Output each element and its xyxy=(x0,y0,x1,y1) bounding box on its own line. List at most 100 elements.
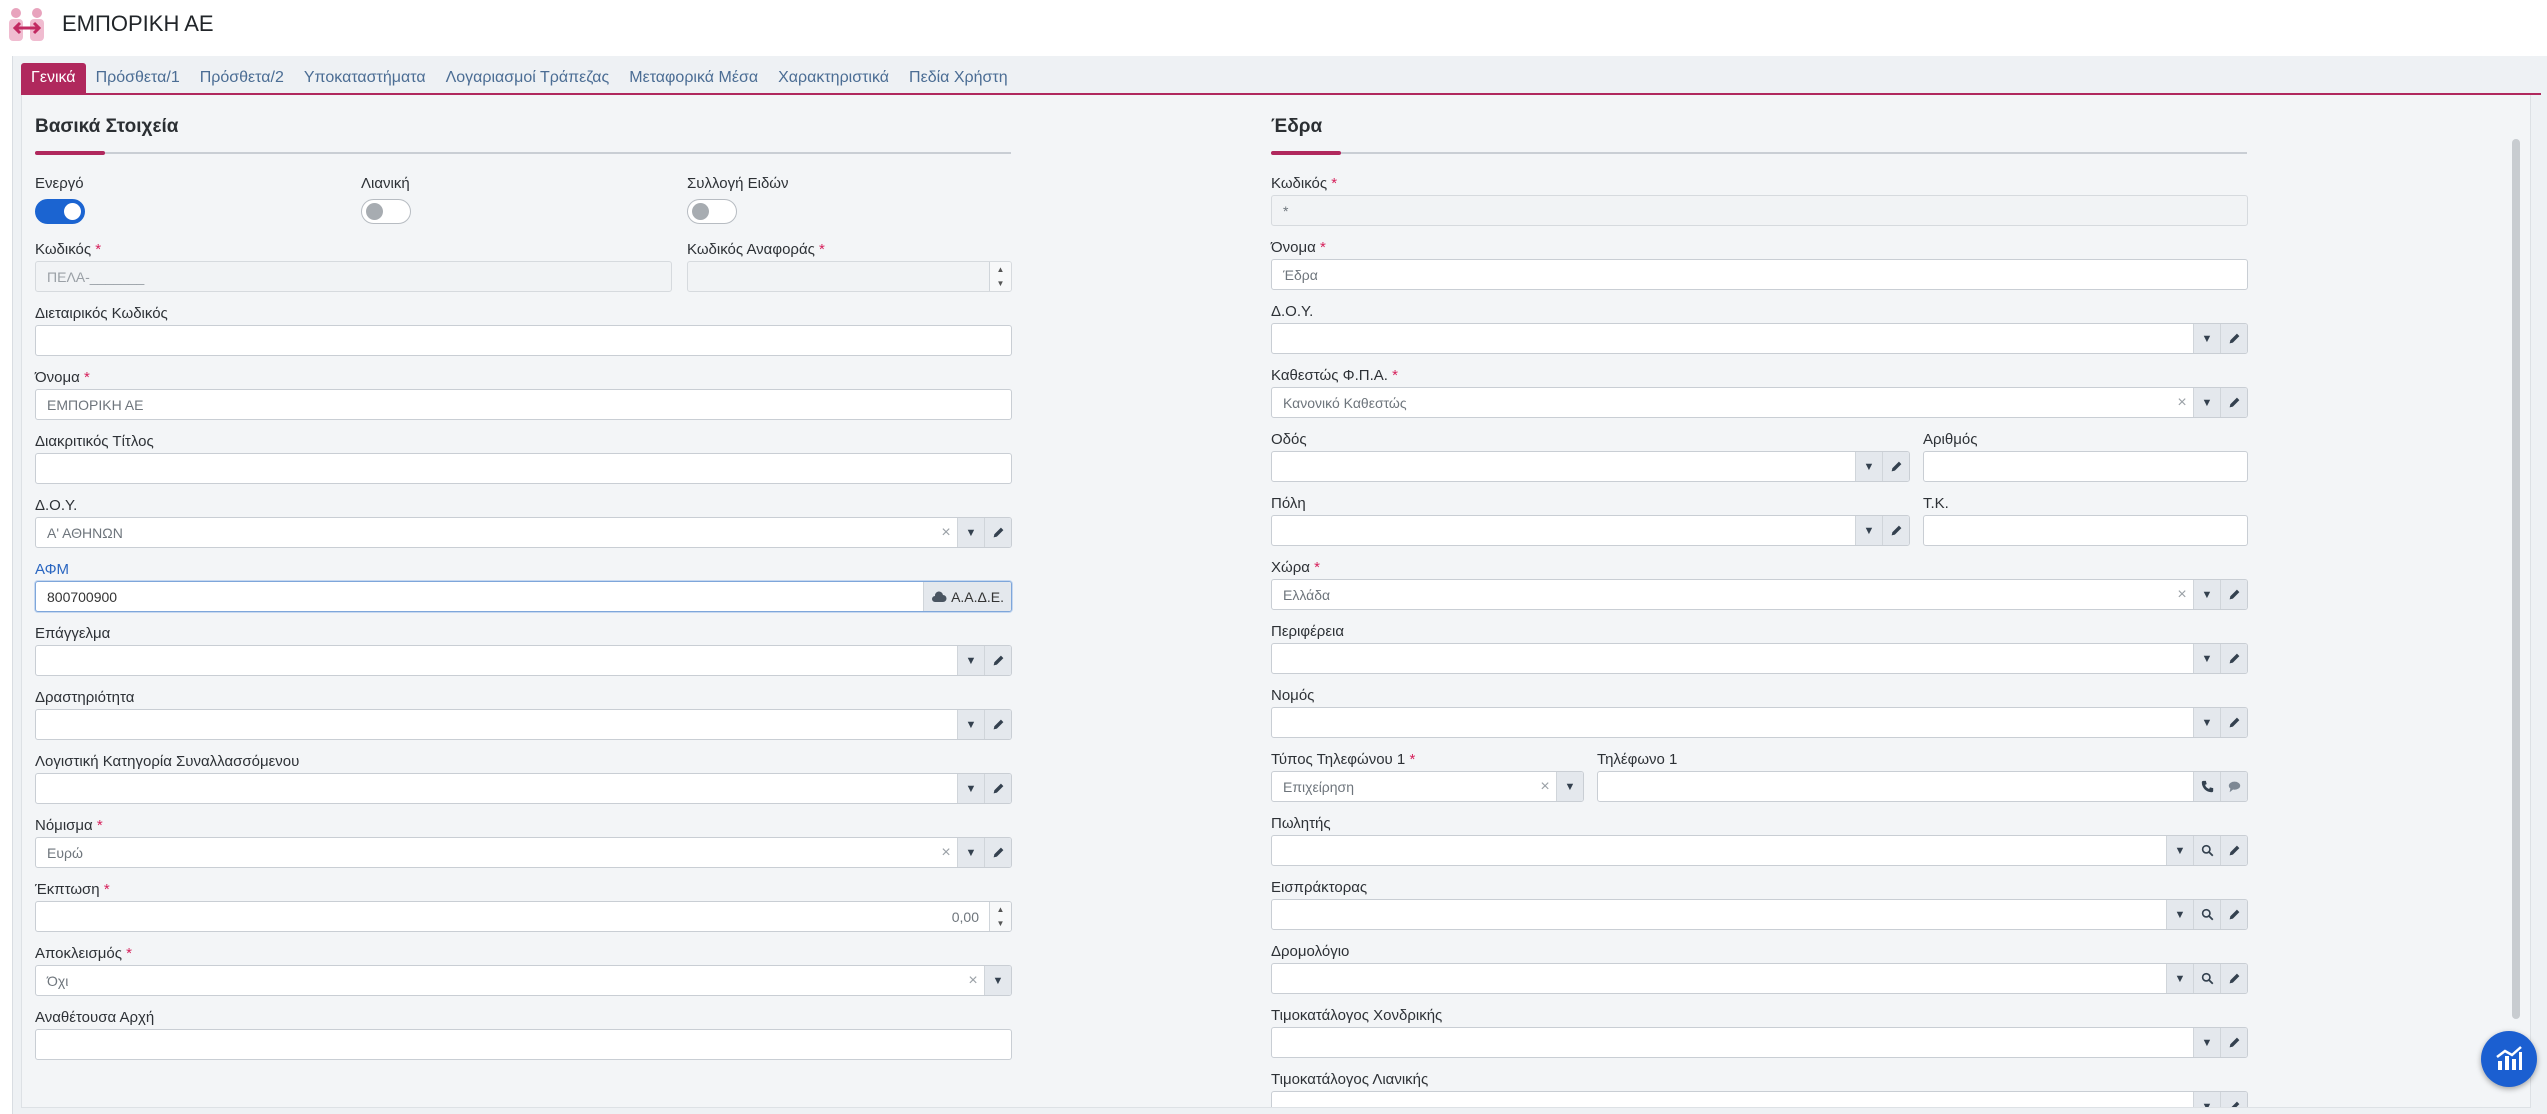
edit-button[interactable] xyxy=(984,838,1011,867)
edit-button[interactable] xyxy=(2220,388,2247,417)
dropdown-button[interactable]: ▼ xyxy=(2166,900,2193,929)
tab-user-fields[interactable]: Πεδία Χρήστη xyxy=(899,63,1018,94)
phone-input[interactable] xyxy=(1597,771,2248,802)
vat-status-select[interactable]: Κανονικό Καθεστώς × ▼ xyxy=(1271,387,2248,418)
tab-branches[interactable]: Υποκαταστήματα xyxy=(294,63,436,94)
currency-select[interactable]: Ευρώ × ▼ xyxy=(35,837,1012,868)
message-button[interactable] xyxy=(2220,772,2247,801)
activity-select[interactable]: ▼ xyxy=(35,709,1012,740)
edit-button[interactable] xyxy=(2220,1028,2247,1057)
vat-input[interactable]: 800700900 Α.Α.Δ.Ε. xyxy=(35,581,1012,612)
name-input[interactable]: ΕΜΠΟΡΙΚΗ ΑΕ xyxy=(35,389,1012,420)
tax-office-select[interactable]: Α' ΑΘΗΝΩΝ × ▼ xyxy=(35,517,1012,548)
collector-select[interactable]: ▼ xyxy=(1271,899,2248,930)
dropdown-button[interactable]: ▼ xyxy=(2193,580,2220,609)
zip-input[interactable] xyxy=(1923,515,2248,546)
tab-extra-1[interactable]: Πρόσθετα/1 xyxy=(86,63,190,94)
retail-toggle[interactable] xyxy=(361,199,411,224)
dropdown-button[interactable]: ▼ xyxy=(1855,516,1882,545)
edit-button[interactable] xyxy=(2220,1092,2247,1107)
tab-extra-2[interactable]: Πρόσθετα/2 xyxy=(190,63,294,94)
collect-toggle[interactable] xyxy=(687,199,737,224)
profession-select[interactable]: ▼ xyxy=(35,645,1012,676)
number-input[interactable] xyxy=(1923,451,2248,482)
edit-button[interactable] xyxy=(1882,516,1909,545)
seat-tax-office-select[interactable]: ▼ xyxy=(1271,323,2248,354)
edit-button[interactable] xyxy=(984,774,1011,803)
seat-code-input[interactable]: * xyxy=(1271,195,2248,226)
edit-button[interactable] xyxy=(2220,708,2247,737)
search-button[interactable] xyxy=(2193,900,2220,929)
edit-button[interactable] xyxy=(2220,324,2247,353)
region-select[interactable]: ▼ xyxy=(1271,643,2248,674)
alt-code-input[interactable] xyxy=(35,325,1012,356)
clear-icon[interactable]: × xyxy=(2171,586,2193,604)
contracting-input[interactable] xyxy=(35,1029,1012,1060)
account-category-select[interactable]: ▼ xyxy=(35,773,1012,804)
dropdown-button[interactable]: ▼ xyxy=(957,646,984,675)
call-button[interactable] xyxy=(2193,772,2220,801)
dropdown-button[interactable]: ▼ xyxy=(2193,708,2220,737)
dropdown-button[interactable]: ▼ xyxy=(957,518,984,547)
search-button[interactable] xyxy=(2193,836,2220,865)
edit-button[interactable] xyxy=(984,518,1011,547)
salesman-select[interactable]: ▼ xyxy=(1271,835,2248,866)
trade-title-input[interactable] xyxy=(35,453,1012,484)
edit-button[interactable] xyxy=(2220,836,2247,865)
clear-icon[interactable]: × xyxy=(2171,394,2193,412)
wholesale-select[interactable]: ▼ xyxy=(1271,1027,2248,1058)
edit-button[interactable] xyxy=(2220,900,2247,929)
analytics-fab-button[interactable] xyxy=(2481,1031,2537,1087)
seat-name-input[interactable]: Έδρα xyxy=(1271,259,2248,290)
exclusion-select[interactable]: Όχι × ▼ xyxy=(35,965,1012,996)
dropdown-button[interactable]: ▼ xyxy=(2193,1028,2220,1057)
dropdown-button[interactable]: ▼ xyxy=(957,774,984,803)
caret-down-icon: ▼ xyxy=(2201,652,2213,665)
edit-button[interactable] xyxy=(984,710,1011,739)
tab-characteristics[interactable]: Χαρακτηριστικά xyxy=(768,63,899,94)
clear-icon[interactable]: × xyxy=(962,972,984,990)
dropdown-button[interactable]: ▼ xyxy=(2193,388,2220,417)
tab-vehicles[interactable]: Μεταφορικά Μέσα xyxy=(619,63,768,94)
dropdown-button[interactable]: ▼ xyxy=(2166,964,2193,993)
phone-type-select[interactable]: Επιχείρηση × ▼ xyxy=(1271,771,1584,802)
vertical-scrollbar[interactable] xyxy=(2512,139,2520,1019)
pencil-icon xyxy=(2229,845,2239,856)
dropdown-button[interactable]: ▼ xyxy=(2193,1092,2220,1107)
tab-bank-accounts[interactable]: Λογαριασμοί Τράπεζας xyxy=(436,63,620,94)
clear-icon[interactable]: × xyxy=(1534,778,1556,796)
code-input[interactable]: ΠΕΛΑ-_______ xyxy=(35,261,672,292)
prefecture-select[interactable]: ▼ xyxy=(1271,707,2248,738)
edit-button[interactable] xyxy=(2220,644,2247,673)
dropdown-button[interactable]: ▼ xyxy=(957,710,984,739)
discount-input[interactable]: 0,00 ▲ ▼ xyxy=(35,901,1012,932)
discount-spinner[interactable]: ▲ ▼ xyxy=(989,902,1011,931)
ref-code-spinner[interactable]: ▲ ▼ xyxy=(989,262,1011,291)
city-select[interactable]: ▼ xyxy=(1271,515,1910,546)
street-select[interactable]: ▼ xyxy=(1271,451,1910,482)
route-select[interactable]: ▼ xyxy=(1271,963,2248,994)
edit-button[interactable] xyxy=(2220,580,2247,609)
edit-button[interactable] xyxy=(984,646,1011,675)
edit-button[interactable] xyxy=(1882,452,1909,481)
tab-general[interactable]: Γενικά xyxy=(21,63,86,94)
active-toggle[interactable] xyxy=(35,199,85,224)
clear-icon[interactable]: × xyxy=(935,524,957,542)
dropdown-button[interactable]: ▼ xyxy=(1855,452,1882,481)
dropdown-button[interactable]: ▼ xyxy=(984,966,1011,995)
search-button[interactable] xyxy=(2193,964,2220,993)
dropdown-button[interactable]: ▼ xyxy=(2166,836,2193,865)
chart-icon xyxy=(2496,1046,2522,1070)
prefecture-label: Νομός xyxy=(1271,687,1315,704)
seat-code-value: * xyxy=(1283,202,1289,219)
dropdown-button[interactable]: ▼ xyxy=(957,838,984,867)
country-select[interactable]: Ελλάδα × ▼ xyxy=(1271,579,2248,610)
clear-icon[interactable]: × xyxy=(935,844,957,862)
aade-button[interactable]: Α.Α.Δ.Ε. xyxy=(923,582,1011,611)
dropdown-button[interactable]: ▼ xyxy=(2193,644,2220,673)
edit-button[interactable] xyxy=(2220,964,2247,993)
dropdown-button[interactable]: ▼ xyxy=(2193,324,2220,353)
retail-price-select[interactable]: ▼ xyxy=(1271,1091,2248,1107)
dropdown-button[interactable]: ▼ xyxy=(1556,772,1583,801)
ref-code-input[interactable]: ▲ ▼ xyxy=(687,261,1012,292)
